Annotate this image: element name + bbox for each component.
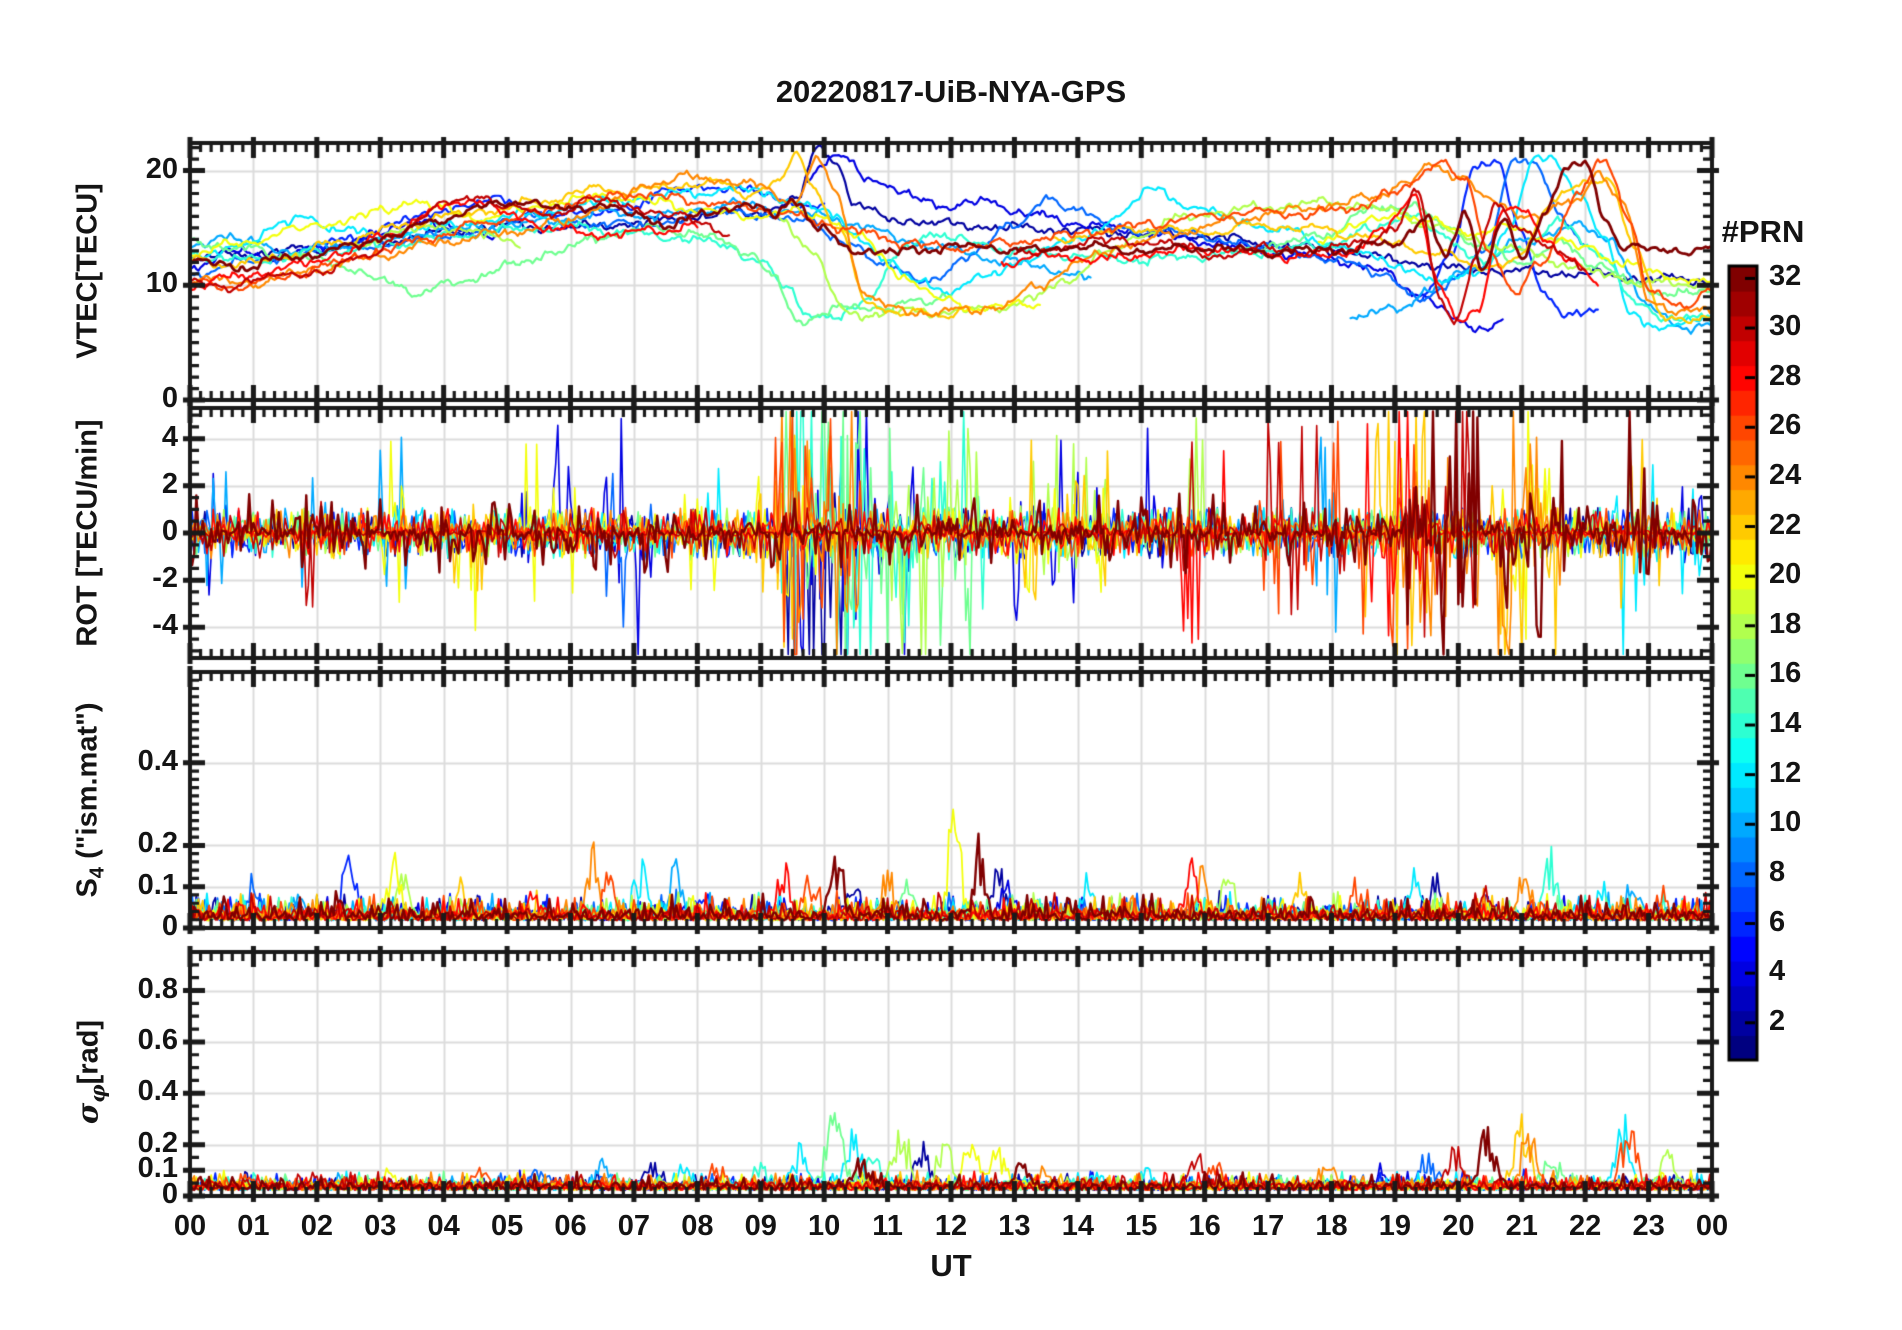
colorbar-tick-label: 24 [1769,458,1802,491]
colorbar-tick-label: 4 [1769,955,1786,988]
y-tick-label: 0.6 [137,1023,178,1056]
x-tick-label: 01 [237,1210,270,1242]
y-tick-label: 10 [145,267,178,300]
x-tick-label: 04 [427,1210,460,1242]
x-tick-label: 18 [1315,1210,1348,1242]
x-tick-label: 12 [934,1210,968,1242]
colorbar-tick-label: 22 [1769,508,1802,541]
x-tick-label: 06 [554,1210,587,1242]
x-tick-label: 22 [1569,1210,1602,1242]
x-tick-label: 14 [1061,1210,1094,1242]
colorbar-tick-label: 12 [1769,756,1802,789]
y-tick-label: 0.2 [137,1126,178,1159]
x-tick-label: 00 [173,1210,207,1242]
colorbar-title: #PRN [1721,214,1805,249]
x-tick-label: 05 [490,1210,524,1242]
colorbar-tick-label: 20 [1769,558,1802,591]
x-tick-label: 23 [1632,1210,1665,1242]
y-tick-label: 0.4 [137,744,178,777]
x-tick-label: 07 [617,1210,651,1242]
y-tick-label: 4 [161,420,178,453]
y-tick-label: 0 [161,382,178,414]
x-tick-label: 11 [872,1210,903,1242]
chart-canvas [0,0,1902,1330]
y-tick-label: 0 [161,910,178,942]
y-tick-label: 20 [145,152,178,185]
chart-title: 20220817-UiB-NYA-GPS [775,74,1127,109]
y-tick-label: 0 [161,515,178,547]
colorbar-tick-label: 18 [1769,607,1802,640]
x-tick-label: 10 [808,1210,841,1242]
colorbar-tick-label: 16 [1769,657,1802,690]
colorbar-tick-label: 14 [1769,707,1802,740]
x-tick-label: 21 [1505,1210,1538,1242]
y-tick-label: 2 [161,467,178,500]
x-tick-label: 08 [681,1210,714,1242]
x-tick-label: 02 [300,1210,333,1242]
colorbar-tick-label: 26 [1769,409,1802,442]
colorbar-tick-label: 8 [1769,855,1786,888]
y-tick-label: 0.4 [137,1075,178,1108]
x-tick-label: 20 [1442,1210,1475,1242]
figure: 20220817-UiB-NYA-GPS VTEC[TECU] ROT [TEC… [0,0,1902,1330]
colorbar-tick-label: 28 [1769,359,1802,392]
y-tick-label: 0.1 [137,868,178,901]
colorbar-tick-label: 6 [1769,905,1786,938]
x-tick-label: 19 [1378,1210,1412,1242]
y-tick-label: -4 [152,609,178,642]
x-tick-label: 00 [1695,1210,1729,1242]
y-tick-label: -2 [152,562,178,595]
colorbar-tick-label: 10 [1769,806,1802,839]
colorbar-tick-label: 2 [1769,1004,1786,1037]
x-tick-label: 16 [1188,1210,1221,1242]
colorbar-tick-label: 32 [1769,260,1802,293]
y-tick-label: 0.2 [137,827,178,860]
x-tick-label: 03 [364,1210,397,1242]
x-tick-label: 13 [998,1210,1031,1242]
x-tick-label: 17 [1251,1210,1285,1242]
x-tick-label: 15 [1125,1210,1158,1242]
colorbar-tick-label: 30 [1769,310,1802,343]
y-tick-label: 0.8 [137,972,178,1005]
xlabel-ut: UT [930,1248,972,1283]
x-tick-label: 09 [744,1210,777,1242]
